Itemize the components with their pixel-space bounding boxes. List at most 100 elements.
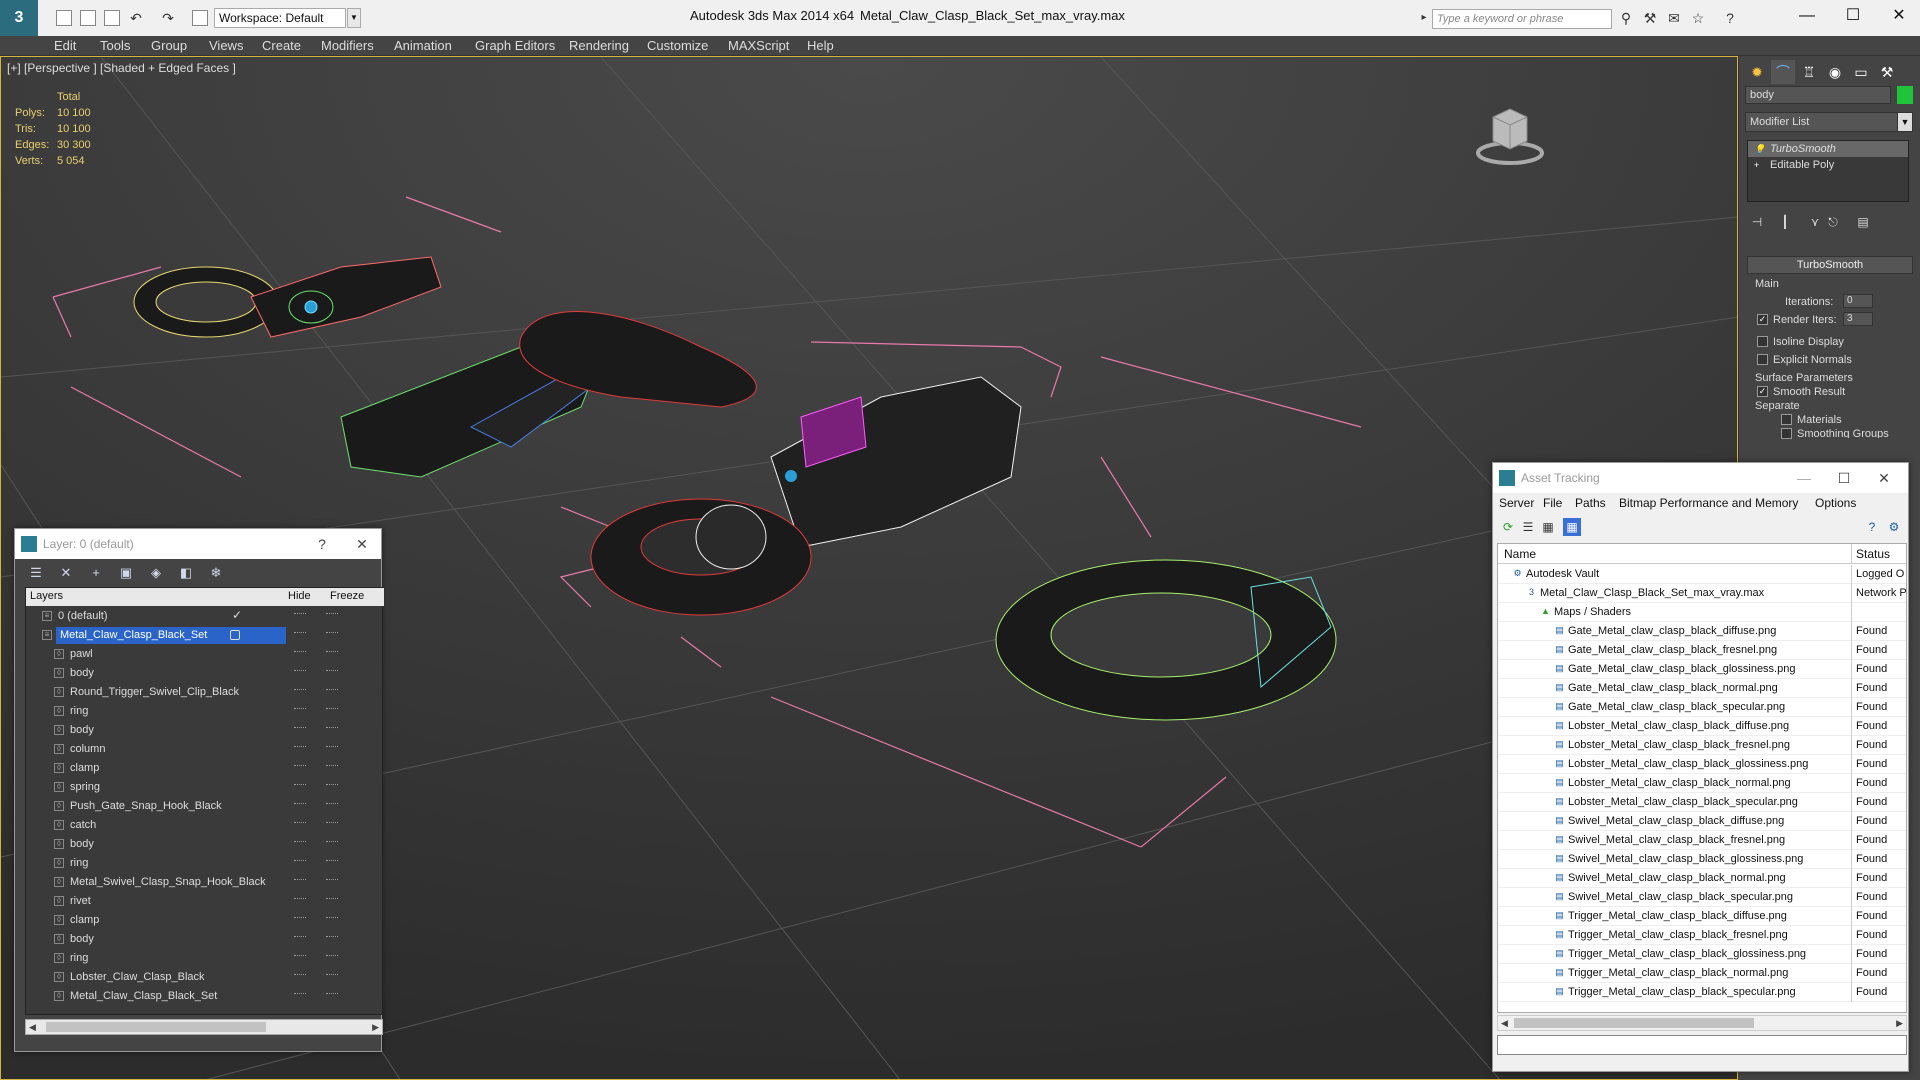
col-name[interactable]: Name <box>1504 547 1536 561</box>
refresh-icon[interactable]: ⟳ <box>1499 518 1517 536</box>
hide-toggle[interactable] <box>294 746 306 747</box>
freeze-toggle[interactable] <box>326 613 338 614</box>
binoculars-icon[interactable]: ⚲ <box>1618 10 1634 26</box>
layer-hscrollbar[interactable]: ◀ ▶ <box>25 1019 383 1035</box>
asset-row[interactable]: 3 Metal_Claw_Clasp_Black_Set_max_vray.max… <box>1498 584 1906 603</box>
hide-toggle[interactable] <box>294 822 306 823</box>
iterations-spinner[interactable]: 0 <box>1843 294 1873 308</box>
close-window-icon[interactable]: ✕ <box>1884 4 1914 28</box>
freeze-toggle[interactable] <box>326 784 338 785</box>
menu-views[interactable]: Views <box>209 38 243 53</box>
layer-row[interactable]: ◊ ring <box>26 702 384 721</box>
asset-row[interactable]: ▤ Trigger_Metal_claw_clasp_black_fresnel.… <box>1498 926 1906 945</box>
modify-tab-icon[interactable]: ⌒ <box>1771 60 1795 84</box>
select-objects-icon[interactable]: ▣ <box>117 565 135 581</box>
freeze-toggle[interactable] <box>326 632 338 633</box>
search-input[interactable]: Type a keyword or phrase <box>1432 9 1612 29</box>
scroll-thumb[interactable] <box>1514 1018 1754 1028</box>
hide-toggle[interactable] <box>294 613 306 614</box>
render-iters-spinner[interactable]: 3 <box>1843 312 1873 326</box>
asset-path-field[interactable] <box>1497 1035 1907 1055</box>
asset-row[interactable]: ▤ Gate_Metal_claw_clasp_black_glossiness.… <box>1498 660 1906 679</box>
asset-menu-file[interactable]: File <box>1543 496 1562 510</box>
asset-row[interactable]: ▤ Swivel_Metal_claw_clasp_black_specular.… <box>1498 888 1906 907</box>
freeze-toggle[interactable] <box>326 955 338 956</box>
menu-maxscript[interactable]: MAXScript <box>728 38 789 53</box>
menu-modifiers[interactable]: Modifiers <box>321 38 374 53</box>
render-iters-checkbox[interactable]: ✓ <box>1757 314 1768 325</box>
freeze-toggle[interactable] <box>326 765 338 766</box>
asset-row[interactable]: ⚙ Autodesk Vault Logged O <box>1498 565 1906 584</box>
stack-item-turbosmooth[interactable]: 💡 TurboSmooth <box>1748 141 1908 157</box>
asset-row[interactable]: ▤ Lobster_Metal_claw_clasp_black_glossine… <box>1498 755 1906 774</box>
open-file-icon[interactable] <box>80 10 96 26</box>
help-icon[interactable]: ? <box>309 534 335 554</box>
make-unique-icon[interactable]: ⋎ <box>1805 212 1825 232</box>
layer-row[interactable]: ◊ column <box>26 740 384 759</box>
modifier-list-select[interactable]: Modifier List <box>1745 112 1905 132</box>
scroll-right-icon[interactable]: ▶ <box>372 1022 379 1033</box>
layer-row[interactable]: ◊ Metal_Swivel_Clasp_Snap_Hook_Black <box>26 873 384 892</box>
col-layers[interactable]: Layers <box>30 590 63 602</box>
hide-toggle[interactable] <box>294 765 306 766</box>
freeze-toggle[interactable] <box>326 974 338 975</box>
maximize-window-icon[interactable]: ☐ <box>1838 4 1868 28</box>
chevron-down-icon[interactable]: ▼ <box>1897 112 1913 132</box>
column-divider[interactable] <box>1851 544 1852 564</box>
freeze-toggle[interactable] <box>326 746 338 747</box>
motion-tab-icon[interactable]: ◉ <box>1823 60 1847 84</box>
asset-menu-bitmap[interactable]: Bitmap Performance and Memory <box>1619 496 1798 510</box>
help-icon[interactable]: ? <box>1863 518 1881 536</box>
menu-rendering[interactable]: Rendering <box>569 38 629 53</box>
save-file-icon[interactable] <box>104 10 120 26</box>
hide-toggle[interactable] <box>294 784 306 785</box>
layer-row[interactable]: ◊ Round_Trigger_Swivel_Clip_Black <box>26 683 384 702</box>
set-active-layer-icon[interactable] <box>230 630 240 640</box>
scroll-thumb[interactable] <box>46 1022 266 1032</box>
close-icon[interactable]: ✕ <box>1871 468 1897 488</box>
asset-row[interactable]: ▤ Swivel_Metal_claw_clasp_black_diffuse.p… <box>1498 812 1906 831</box>
smoothing-groups-checkbox[interactable] <box>1781 428 1792 439</box>
layer-row[interactable]: ◊ body <box>26 721 384 740</box>
asset-row[interactable]: ▤ Trigger_Metal_claw_clasp_black_specular… <box>1498 983 1906 1002</box>
freeze-toggle[interactable] <box>326 651 338 652</box>
asset-row[interactable]: ▤ Trigger_Metal_claw_clasp_black_glossine… <box>1498 945 1906 964</box>
asset-row[interactable]: ▤ Gate_Metal_claw_clasp_black_normal.png F… <box>1498 679 1906 698</box>
asset-row[interactable]: ▤ Gate_Metal_claw_clasp_black_diffuse.png… <box>1498 622 1906 641</box>
asset-row[interactable]: ▤ Swivel_Metal_claw_clasp_black_normal.pn… <box>1498 869 1906 888</box>
hide-toggle[interactable] <box>294 860 306 861</box>
menu-group[interactable]: Group <box>151 38 187 53</box>
layer-row[interactable]: ◊ Lobster_Claw_Clasp_Black <box>26 968 384 987</box>
viewport-label[interactable]: [+] [Perspective ] [Shaded + Edged Faces… <box>7 61 236 75</box>
layer-row[interactable]: ◊ body <box>26 835 384 854</box>
create-layer-icon[interactable]: ☰ <box>27 565 45 581</box>
grid-view-icon[interactable]: ▦ <box>1563 518 1581 536</box>
hide-toggle[interactable] <box>294 632 306 633</box>
hide-toggle[interactable] <box>294 803 306 804</box>
app-logo-icon[interactable]: 3 <box>0 0 38 36</box>
hide-toggle[interactable] <box>294 651 306 652</box>
maximize-icon[interactable]: ☐ <box>1831 468 1857 488</box>
expand-icon[interactable]: + <box>1754 160 1764 170</box>
hide-toggle[interactable] <box>294 708 306 709</box>
freeze-toggle[interactable] <box>326 670 338 671</box>
menu-edit[interactable]: Edit <box>54 38 76 53</box>
minimize-icon[interactable]: — <box>1791 468 1817 488</box>
add-to-layer-icon[interactable]: + <box>87 565 105 581</box>
hide-toggle[interactable] <box>294 727 306 728</box>
active-layer-check-icon[interactable]: ✓ <box>232 608 242 622</box>
minimize-window-icon[interactable]: — <box>1792 4 1822 28</box>
object-name-input[interactable]: body <box>1745 86 1891 104</box>
freeze-toggle[interactable] <box>326 727 338 728</box>
help-icon[interactable]: ? <box>1722 10 1738 26</box>
hide-toggle[interactable] <box>294 974 306 975</box>
hide-toggle[interactable] <box>294 689 306 690</box>
freeze-all-icon[interactable]: ❄ <box>207 565 225 581</box>
isoline-checkbox[interactable] <box>1757 336 1768 347</box>
menu-graph-editors[interactable]: Graph Editors <box>475 38 555 53</box>
close-icon[interactable]: ✕ <box>349 534 375 554</box>
favorites-star-icon[interactable]: ☆ <box>1690 10 1706 26</box>
create-tab-icon[interactable]: ✹ <box>1745 60 1769 84</box>
layer-row[interactable]: ≡ 0 (default) ✓ <box>26 607 384 626</box>
hide-toggle[interactable] <box>294 917 306 918</box>
